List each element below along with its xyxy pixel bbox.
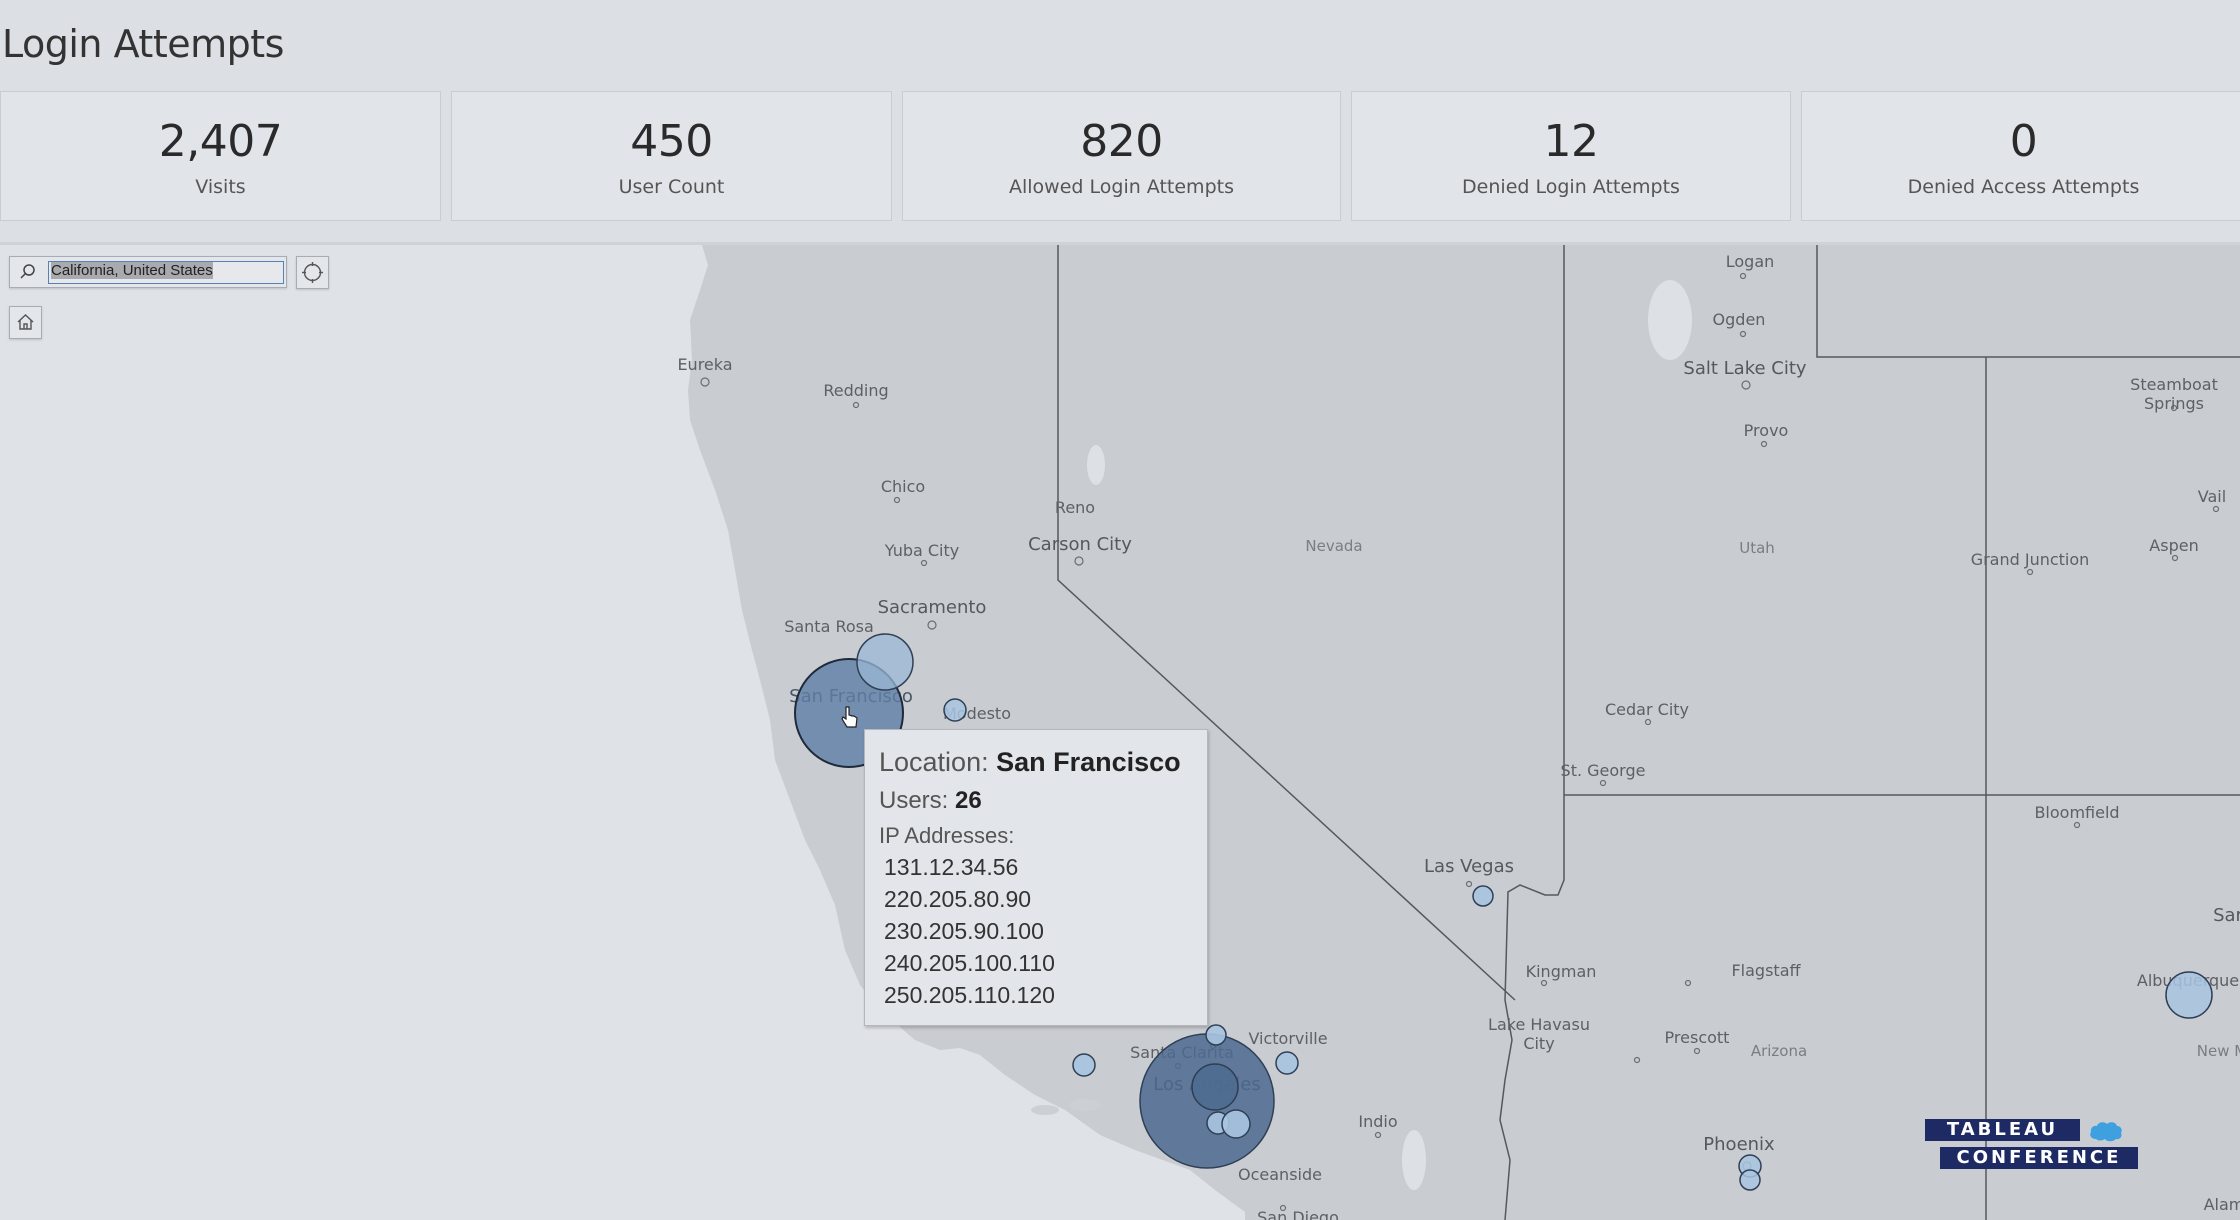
map-label-eureka: Eureka [677,355,733,374]
map-search-box[interactable]: California, United States [9,256,287,288]
salton-sea [1402,1130,1426,1190]
map-label-modesto: Modesto [943,704,1011,723]
kpi-user-count[interactable]: 450 User Count [451,91,892,221]
kpi-value: 450 [630,116,713,167]
map-label-indio: Indio [1358,1112,1398,1131]
kpi-value: 2,407 [158,116,283,167]
page-title: Login Attempts [2,22,284,66]
tooltip-ip: 220.205.80.90 [884,886,1032,912]
lake [1087,445,1105,485]
tooltip-ip: 250.205.110.120 [884,982,1055,1008]
kpi-visits[interactable]: 2,407 Visits [0,91,441,221]
map-label-santa-rosa: Santa Rosa [784,617,874,636]
map-label-ogden: Ogden [1712,310,1766,329]
kpi-value: 0 [2009,116,2038,167]
map-label-kingman: Kingman [1525,962,1597,981]
map-label-arizona: Arizona [1750,1042,1808,1060]
map-label-new-mexico: New M [2196,1042,2240,1060]
map-label-logan: Logan [1725,252,1775,271]
map-label-st-george: St. George [1560,761,1646,780]
tooltip-users-key: Users: [879,787,949,814]
kpi-denied-access-attempts[interactable]: 0 Denied Access Attempts [1801,91,2240,221]
kpi-label: Allowed Login Attempts [1009,176,1234,198]
map-label-cedar-city: Cedar City [1605,700,1689,719]
map-label-phoenix: Phoenix [1703,1134,1775,1155]
tooltip-ip-header: IP Addresses: [879,823,1014,849]
map-label-santa-clarita: Santa Clarita [1130,1043,1234,1062]
map-label-alamogordo: Alam [2203,1195,2240,1214]
map-label-yuba-city: Yuba City [884,541,960,560]
logo-line2: CONFERENCE [1940,1147,2138,1169]
map-label-las-vegas: Las Vegas [1424,856,1514,877]
map-label-grand-junction: Grand Junction [1970,550,2090,569]
locate-button[interactable] [296,256,329,289]
map-label-redding: Redding [823,381,889,400]
tooltip-ip-key: IP Addresses: [879,823,1015,848]
map-label-san-francisco: San Francisco [789,686,913,707]
map-label-oceanside: Oceanside [1238,1165,1322,1184]
kpi-denied-login-attempts[interactable]: 12 Denied Login Attempts [1351,91,1791,221]
map-label-aspen: Aspen [2149,536,2199,555]
crosshair-icon [302,262,323,283]
search-icon [20,264,35,279]
map-label-chico: Chico [880,477,926,496]
map-label-vail: Vail [2197,487,2227,506]
map-label-flagstaff: Flagstaff [1731,961,1801,980]
map-tooltip: Location: San Francisco Users: 26 IP Add… [864,729,1208,1026]
home-icon [17,314,34,330]
search-input-value: California, United States [51,262,213,279]
tooltip-ip: 230.205.90.100 [884,918,1044,944]
map-label-salt-lake-city: Salt Lake City [1683,358,1807,379]
tooltip-ip: 131.12.34.56 [884,854,1019,880]
kpi-label: User Count [618,176,725,198]
island [1069,1099,1101,1111]
tooltip-ip: 240.205.100.110 [884,950,1055,976]
great-salt-lake [1648,280,1692,360]
map-label-provo: Provo [1743,421,1789,440]
map-label-santa-fe: Sar [2213,905,2240,926]
kpi-label: Visits [195,176,246,198]
kpi-value: 820 [1080,116,1163,167]
map-label-carson-city: Carson City [1028,534,1132,555]
kpi-row: 2,407 Visits 450 User Count 820 Allowed … [0,91,2240,223]
map-label-albuquerque: Albuquerque [2136,971,2240,990]
map-label-prescott: Prescott [1664,1028,1730,1047]
map-label-utah: Utah [1739,539,1775,557]
tooltip-users-value: 26 [955,787,982,814]
tooltip-location-row: Location: San Francisco [879,747,1181,778]
kpi-value: 12 [1543,116,1600,167]
map-label-los-angeles: Los Angeles [1153,1074,1261,1095]
hand-cursor-icon [841,706,858,728]
tooltip-location-key: Location: [879,747,989,777]
kpi-label: Denied Login Attempts [1462,176,1680,198]
island [1031,1105,1059,1115]
map-label-bloomfield: Bloomfield [2034,803,2120,822]
kpi-allowed-login-attempts[interactable]: 820 Allowed Login Attempts [902,91,1341,221]
map-label-sacramento: Sacramento [877,597,987,618]
map-label-victorville: Victorville [1248,1029,1328,1048]
logo-line1: TABLEAU [1925,1119,2080,1141]
map-label-reno: Reno [1054,498,1096,517]
map-label-nevada: Nevada [1305,537,1363,555]
map-label-san-diego: San Diego [1257,1208,1339,1220]
tooltip-users-row: Users: 26 [879,787,982,815]
map-label-steamboat-springs: Steamboat Springs [2130,375,2218,413]
home-button[interactable] [9,306,42,339]
tooltip-location-value: San Francisco [996,747,1181,777]
kpi-label: Denied Access Attempts [1907,176,2140,198]
map-search-input[interactable]: California, United States [48,261,284,284]
map-label-lake-havasu-city: Lake Havasu City [1488,1015,1590,1053]
salesforce-cloud-icon [2090,1122,2122,1142]
